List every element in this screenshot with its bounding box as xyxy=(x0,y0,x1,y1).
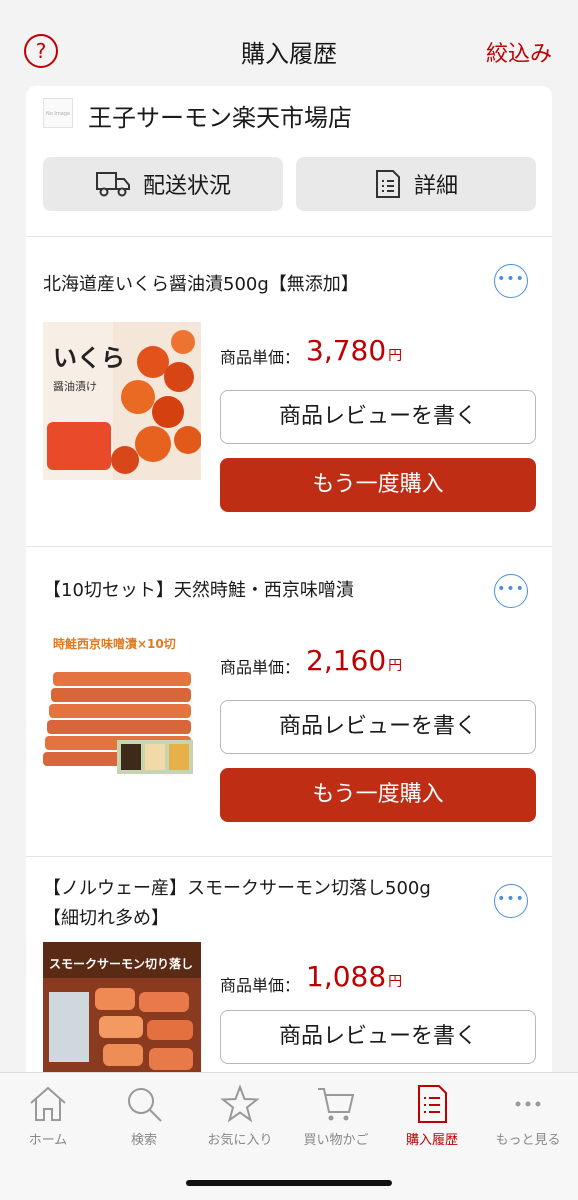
order-item: 北海道産いくら醤油漬500g【無添加】 ••• いくら 醤油漬け 商品単価： 3… xyxy=(26,236,552,546)
document-list-icon xyxy=(375,170,400,198)
price-amount: 2,160 xyxy=(306,644,387,677)
order-item: 【10切セット】天然時鮭・西京味噌漬 ••• 時鮭西京味噌漬×10切 商品単価：… xyxy=(26,546,552,856)
product-image-subtext: 醤油漬け xyxy=(53,379,97,393)
delivery-status-button[interactable]: 配送状況 xyxy=(43,157,283,211)
write-review-button[interactable]: 商品レビューを書く xyxy=(220,390,536,444)
order-item: 【ノルウェー産】スモークサーモン切落し500g【細切れ多め】 ••• スモークサ… xyxy=(26,856,552,1076)
price-value: 2,160 円 xyxy=(306,644,402,677)
home-icon xyxy=(30,1086,66,1121)
price-value: 3,780 円 xyxy=(306,334,402,367)
tab-label: 買い物かご xyxy=(303,1133,369,1148)
shop-logo: No Image xyxy=(43,98,73,128)
price-amount: 1,088 xyxy=(306,960,387,993)
tab-label: ホーム xyxy=(28,1133,68,1148)
price-label: 商品単価： xyxy=(220,976,301,995)
item-title[interactable]: 【10切セット】天然時鮭・西京味噌漬 xyxy=(43,576,483,606)
order-card: No Image 王子サーモン楽天市場店 配送状況 詳細 北海道産いくら醤油漬5… xyxy=(26,86,552,1076)
tab-label: 購入履歴 xyxy=(405,1133,458,1148)
shop-name[interactable]: 王子サーモン楽天市場店 xyxy=(88,98,352,133)
price-currency: 円 xyxy=(388,348,403,364)
price-amount: 3,780 xyxy=(306,334,387,367)
tab-more[interactable]: もっと見る xyxy=(480,1083,576,1153)
receipt-icon xyxy=(418,1085,447,1123)
tab-home[interactable]: ホーム xyxy=(0,1083,96,1153)
price-currency: 円 xyxy=(388,974,403,990)
write-review-button[interactable]: 商品レビューを書く xyxy=(220,700,536,754)
product-image-text: 時鮭西京味噌漬×10切 xyxy=(53,636,176,651)
buy-again-button[interactable]: もう一度購入 xyxy=(220,768,536,822)
tab-cart[interactable]: 買い物かご xyxy=(288,1083,384,1153)
product-image-text: スモークサーモン切り落し xyxy=(49,956,193,971)
smoked-salmon-image: スモークサーモン切り落し xyxy=(43,942,201,1076)
product-image[interactable]: 時鮭西京味噌漬×10切 xyxy=(43,632,201,790)
product-image[interactable]: いくら 醤油漬け xyxy=(43,322,201,480)
item-title[interactable]: 【ノルウェー産】スモークサーモン切落し500g【細切れ多め】 xyxy=(43,874,463,934)
tab-favorites[interactable]: お気に入り xyxy=(192,1083,288,1153)
item-title[interactable]: 北海道産いくら醤油漬500g【無添加】 xyxy=(43,270,483,300)
truck-icon xyxy=(95,172,130,197)
tab-label: もっと見る xyxy=(495,1133,561,1148)
detail-label: 詳細 xyxy=(413,174,458,199)
price-currency: 円 xyxy=(388,658,403,674)
detail-button[interactable]: 詳細 xyxy=(296,157,536,211)
cart-icon xyxy=(318,1088,355,1121)
salmon-image: 時鮭西京味噌漬×10切 xyxy=(43,632,201,790)
header: ? 購入履歴 絞込み xyxy=(0,0,578,100)
tab-label: 検索 xyxy=(130,1133,157,1148)
price-label: 商品単価： xyxy=(220,658,301,677)
tab-label: お気に入り xyxy=(207,1133,273,1148)
price-label: 商品単価： xyxy=(220,348,301,367)
star-icon xyxy=(220,1084,260,1123)
home-indicator[interactable] xyxy=(186,1180,392,1186)
more-options-icon[interactable]: ••• xyxy=(494,574,528,608)
product-image-text: いくら xyxy=(53,343,125,372)
price-value: 1,088 円 xyxy=(306,960,402,993)
filter-button[interactable]: 絞込み xyxy=(486,36,552,68)
more-options-icon[interactable]: ••• xyxy=(494,884,528,918)
tab-search[interactable]: 検索 xyxy=(96,1083,192,1153)
shop-row[interactable]: No Image 王子サーモン楽天市場店 xyxy=(26,86,552,146)
write-review-button[interactable]: 商品レビューを書く xyxy=(220,1010,536,1064)
more-icon xyxy=(515,1101,541,1107)
search-icon xyxy=(128,1088,162,1122)
ikura-image: いくら 醤油漬け xyxy=(43,322,201,480)
tab-purchase-history[interactable]: 購入履歴 xyxy=(384,1083,480,1153)
buy-again-button[interactable]: もう一度購入 xyxy=(220,458,536,512)
product-image[interactable]: スモークサーモン切り落し xyxy=(43,942,201,1076)
delivery-status-label: 配送状況 xyxy=(142,174,231,199)
more-options-icon[interactable]: ••• xyxy=(494,264,528,298)
